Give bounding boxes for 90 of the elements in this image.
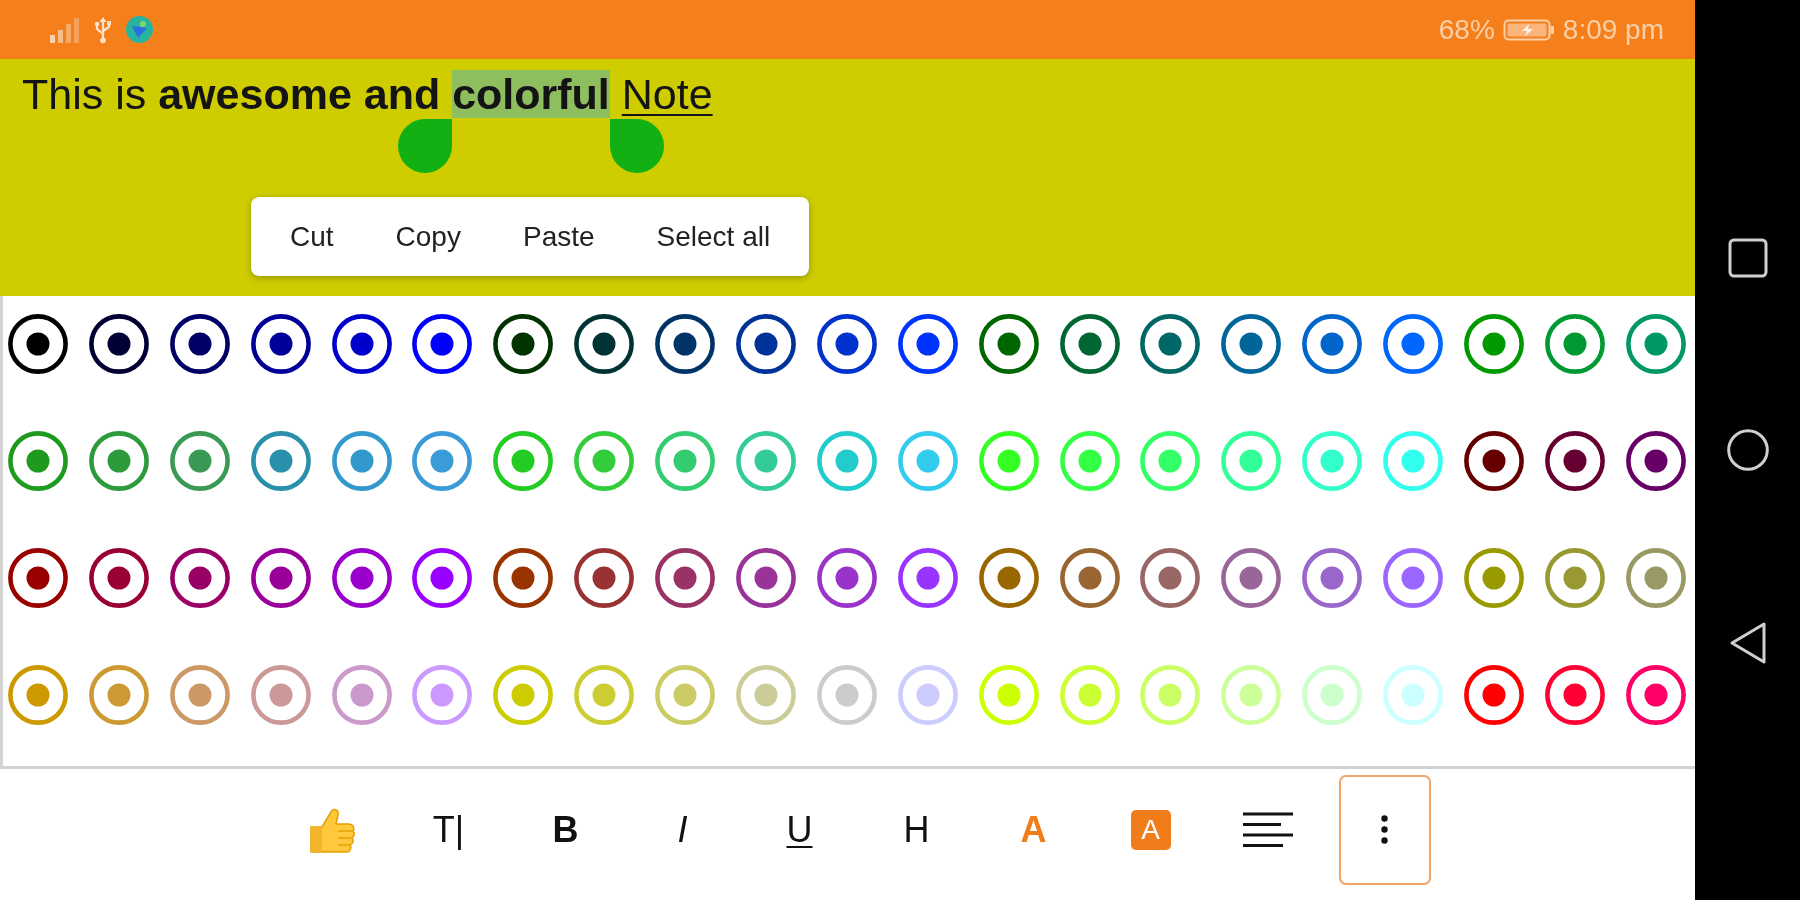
color-swatch-icon[interactable] — [655, 431, 716, 491]
color-swatch-icon[interactable] — [978, 548, 1039, 608]
color-swatch-icon[interactable] — [412, 314, 473, 374]
color-swatch-icon[interactable] — [1059, 314, 1120, 374]
color-swatch-icon[interactable] — [88, 431, 149, 491]
format-button[interactable]: H — [900, 808, 933, 851]
color-swatch-icon[interactable] — [1544, 548, 1605, 608]
color-swatch-icon[interactable] — [169, 665, 230, 725]
color-swatch-icon[interactable] — [816, 548, 877, 608]
color-swatch-icon[interactable] — [1140, 548, 1201, 608]
selection-handle-icon[interactable] — [609, 119, 664, 173]
app-icon — [126, 16, 153, 43]
color-swatch-icon[interactable] — [88, 665, 149, 725]
battery-icon — [1502, 18, 1555, 41]
color-swatch-icon[interactable] — [574, 548, 635, 608]
italic-button[interactable]: I — [674, 808, 691, 851]
color-swatch-icon[interactable] — [655, 548, 716, 608]
color-swatch-icon[interactable] — [1544, 665, 1605, 725]
color-swatch-icon[interactable] — [493, 548, 554, 608]
color-swatch-icon[interactable] — [897, 548, 958, 608]
selection-handle-icon[interactable] — [398, 119, 453, 173]
color-swatch-icon[interactable] — [250, 548, 311, 608]
color-swatch-icon[interactable] — [169, 548, 230, 608]
color-swatch-icon[interactable] — [574, 431, 635, 491]
color-swatch-icon[interactable] — [169, 431, 230, 491]
color-swatch-icon[interactable] — [8, 431, 68, 491]
color-swatch-icon[interactable] — [816, 431, 877, 491]
bold-button[interactable]: B — [549, 808, 582, 851]
color-swatch-icon[interactable] — [88, 314, 149, 374]
battery-text: 68% — [1438, 13, 1495, 46]
color-swatch-icon[interactable] — [1140, 314, 1201, 374]
color-swatch-icon[interactable] — [1464, 548, 1525, 608]
color-swatch-icon[interactable] — [412, 431, 473, 491]
signal-icon — [49, 16, 80, 43]
triangle-icon[interactable] — [1729, 622, 1766, 664]
color-swatch-icon[interactable] — [1625, 548, 1686, 608]
color-swatch-icon[interactable] — [8, 548, 68, 608]
color-swatch-icon[interactable] — [250, 431, 311, 491]
color-swatch-icon[interactable] — [655, 314, 716, 374]
color-swatch-icon[interactable] — [1625, 665, 1686, 725]
more-button[interactable] — [1338, 774, 1431, 885]
color-swatch-icon[interactable] — [493, 431, 554, 491]
color-swatch-icon[interactable] — [1221, 314, 1282, 374]
color-swatch-icon[interactable] — [1544, 314, 1605, 374]
color-swatch-icon[interactable] — [250, 665, 311, 725]
circle-icon[interactable] — [1726, 429, 1769, 471]
color-swatch-icon[interactable] — [1464, 314, 1525, 374]
color-swatch-icon[interactable] — [1544, 431, 1605, 491]
color-swatch-icon[interactable] — [412, 548, 473, 608]
color-swatch-icon[interactable] — [1625, 431, 1686, 491]
usb-icon — [93, 15, 113, 44]
color-swatch-icon[interactable] — [493, 314, 554, 374]
color-swatch-icon[interactable] — [1383, 548, 1444, 608]
color-swatch-icon[interactable] — [816, 314, 877, 374]
color-swatch-icon[interactable] — [1302, 548, 1363, 608]
color-swatch-icon[interactable] — [8, 314, 68, 374]
color-swatch-icon[interactable] — [1625, 314, 1686, 374]
color-swatch-icon[interactable] — [736, 314, 796, 374]
color-swatch-icon[interactable] — [897, 314, 958, 374]
color-swatch-icon[interactable] — [736, 431, 796, 491]
color-swatch-icon[interactable] — [897, 431, 958, 491]
color-swatch-icon[interactable] — [88, 548, 149, 608]
align-left-icon[interactable] — [1242, 811, 1293, 848]
color-swatch-icon[interactable] — [412, 665, 473, 725]
format-button[interactable]: T| — [429, 808, 468, 851]
color-swatch-icon[interactable] — [331, 548, 392, 608]
color-swatch-icon[interactable] — [1383, 314, 1444, 374]
underline-button[interactable]: U — [783, 808, 816, 851]
color-swatch-icon[interactable] — [331, 665, 392, 725]
menu-item[interactable]: Copy — [364, 197, 492, 276]
color-swatch-icon[interactable] — [8, 665, 68, 725]
color-swatch-icon[interactable] — [978, 314, 1039, 374]
menu-item[interactable]: Select all — [625, 197, 802, 276]
color-swatch-icon[interactable] — [1464, 665, 1525, 725]
color-swatch-icon[interactable] — [169, 314, 230, 374]
color-swatch-icon[interactable] — [331, 314, 392, 374]
menu-item[interactable]: Cut — [259, 197, 365, 276]
color-swatch-icon[interactable] — [331, 431, 392, 491]
menu-item[interactable]: Paste — [491, 197, 626, 276]
color-swatch-icon[interactable] — [250, 314, 311, 374]
color-swatch-icon[interactable] — [1302, 314, 1363, 374]
color-swatch-icon[interactable] — [1059, 548, 1120, 608]
color-swatch-icon[interactable] — [736, 548, 796, 608]
more-icon — [1381, 815, 1388, 844]
color-swatch-icon[interactable] — [574, 314, 635, 374]
color-swatch-icon[interactable] — [1221, 548, 1282, 608]
square-icon[interactable] — [1727, 238, 1768, 278]
clock-time: 8:09 pm — [1562, 13, 1664, 46]
note-text[interactable]: This is awesome and colorful Note — [22, 68, 713, 120]
color-swatch-icon[interactable] — [1464, 431, 1525, 491]
